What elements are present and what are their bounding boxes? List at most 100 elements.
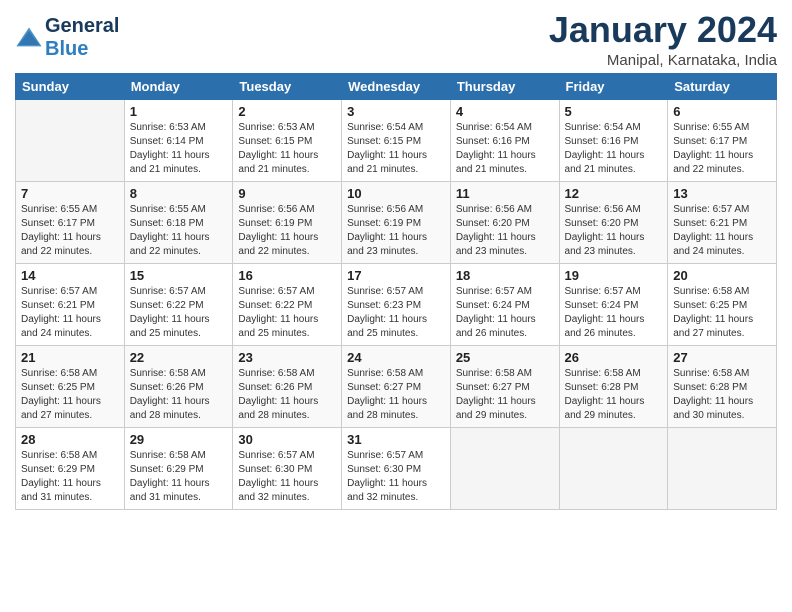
day-number: 19 — [565, 268, 663, 283]
day-number: 28 — [21, 432, 119, 447]
day-number: 13 — [673, 186, 771, 201]
calendar-cell: 9 Sunrise: 6:56 AM Sunset: 6:19 PM Daylig… — [233, 181, 342, 263]
calendar-cell: 16 Sunrise: 6:57 AM Sunset: 6:22 PM Dayli… — [233, 263, 342, 345]
calendar-cell — [559, 427, 668, 509]
calendar-cell: 12Sunrise: 6:56 AM Sunset: 6:20 PM Dayli… — [559, 181, 668, 263]
day-number: 31 — [347, 432, 445, 447]
day-info: Sunrise: 6:57 AM Sunset: 6:22 PM Dayligh… — [130, 285, 228, 341]
logo: General Blue — [15, 15, 119, 61]
calendar-cell: 18Sunrise: 6:57 AM Sunset: 6:24 PM Dayli… — [450, 263, 559, 345]
day-number: 24 — [347, 350, 445, 365]
calendar-cell: 25 Sunrise: 6:58 AM Sunset: 6:27 PM Dayli… — [450, 345, 559, 427]
day-number: 6 — [673, 104, 771, 119]
day-info: Sunrise: 6:58 AM Sunset: 6:28 PM Dayligh… — [565, 367, 663, 423]
day-info: Sunrise: 6:54 AM Sunset: 6:16 PM Dayligh… — [565, 121, 663, 177]
day-info: Sunrise: 6:57 AM Sunset: 6:23 PM Dayligh… — [347, 285, 445, 341]
day-number: 12 — [565, 186, 663, 201]
calendar-cell: 30 Sunrise: 6:57 AM Sunset: 6:30 PM Dayli… — [233, 427, 342, 509]
calendar-cell: 26Sunrise: 6:58 AM Sunset: 6:28 PM Dayli… — [559, 345, 668, 427]
month-title: January 2024 — [549, 10, 777, 50]
day-number: 3 — [347, 104, 445, 119]
day-number: 4 — [456, 104, 554, 119]
weekday-header-sunday: Sunday — [16, 73, 125, 99]
calendar-cell — [16, 99, 125, 181]
weekday-header-thursday: Thursday — [450, 73, 559, 99]
week-row-3: 14Sunrise: 6:57 AM Sunset: 6:21 PM Dayli… — [16, 263, 777, 345]
day-info: Sunrise: 6:57 AM Sunset: 6:24 PM Dayligh… — [456, 285, 554, 341]
day-info: Sunrise: 6:56 AM Sunset: 6:19 PM Dayligh… — [347, 203, 445, 259]
calendar-cell: 24 Sunrise: 6:58 AM Sunset: 6:27 PM Dayli… — [342, 345, 451, 427]
day-number: 1 — [130, 104, 228, 119]
day-number: 25 — [456, 350, 554, 365]
day-number: 15 — [130, 268, 228, 283]
day-info: Sunrise: 6:55 AM Sunset: 6:17 PM Dayligh… — [673, 121, 771, 177]
weekday-header-saturday: Saturday — [668, 73, 777, 99]
day-number: 9 — [238, 186, 336, 201]
calendar-cell: 14Sunrise: 6:57 AM Sunset: 6:21 PM Dayli… — [16, 263, 125, 345]
calendar-cell: 28 Sunrise: 6:58 AM Sunset: 6:29 PM Dayli… — [16, 427, 125, 509]
calendar-cell: 11 Sunrise: 6:56 AM Sunset: 6:20 PM Dayli… — [450, 181, 559, 263]
day-info: Sunrise: 6:58 AM Sunset: 6:25 PM Dayligh… — [673, 285, 771, 341]
day-info: Sunrise: 6:58 AM Sunset: 6:28 PM Dayligh… — [673, 367, 771, 423]
calendar-cell: 23 Sunrise: 6:58 AM Sunset: 6:26 PM Dayli… — [233, 345, 342, 427]
calendar-cell: 7 Sunrise: 6:55 AM Sunset: 6:17 PM Daylig… — [16, 181, 125, 263]
calendar-cell: 1 Sunrise: 6:53 AM Sunset: 6:14 PM Daylig… — [124, 99, 233, 181]
day-number: 11 — [456, 186, 554, 201]
day-info: Sunrise: 6:58 AM Sunset: 6:27 PM Dayligh… — [347, 367, 445, 423]
calendar-cell: 21Sunrise: 6:58 AM Sunset: 6:25 PM Dayli… — [16, 345, 125, 427]
weekday-header-monday: Monday — [124, 73, 233, 99]
day-info: Sunrise: 6:54 AM Sunset: 6:15 PM Dayligh… — [347, 121, 445, 177]
day-number: 2 — [238, 104, 336, 119]
day-info: Sunrise: 6:56 AM Sunset: 6:20 PM Dayligh… — [456, 203, 554, 259]
calendar-cell: 27 Sunrise: 6:58 AM Sunset: 6:28 PM Dayli… — [668, 345, 777, 427]
week-row-4: 21Sunrise: 6:58 AM Sunset: 6:25 PM Dayli… — [16, 345, 777, 427]
calendar-cell — [668, 427, 777, 509]
page-container: General Blue January 2024 Manipal, Karna… — [0, 0, 792, 520]
day-info: Sunrise: 6:53 AM Sunset: 6:15 PM Dayligh… — [238, 121, 336, 177]
day-info: Sunrise: 6:56 AM Sunset: 6:19 PM Dayligh… — [238, 203, 336, 259]
day-info: Sunrise: 6:58 AM Sunset: 6:25 PM Dayligh… — [21, 367, 119, 423]
day-number: 27 — [673, 350, 771, 365]
calendar-cell: 10 Sunrise: 6:56 AM Sunset: 6:19 PM Dayli… — [342, 181, 451, 263]
day-number: 7 — [21, 186, 119, 201]
day-info: Sunrise: 6:58 AM Sunset: 6:29 PM Dayligh… — [130, 449, 228, 505]
calendar-cell: 3 Sunrise: 6:54 AM Sunset: 6:15 PM Daylig… — [342, 99, 451, 181]
day-number: 29 — [130, 432, 228, 447]
calendar-cell — [450, 427, 559, 509]
day-number: 30 — [238, 432, 336, 447]
day-info: Sunrise: 6:57 AM Sunset: 6:30 PM Dayligh… — [238, 449, 336, 505]
day-info: Sunrise: 6:58 AM Sunset: 6:26 PM Dayligh… — [238, 367, 336, 423]
day-info: Sunrise: 6:55 AM Sunset: 6:18 PM Dayligh… — [130, 203, 228, 259]
weekday-header-row: SundayMondayTuesdayWednesdayThursdayFrid… — [16, 73, 777, 99]
day-info: Sunrise: 6:58 AM Sunset: 6:27 PM Dayligh… — [456, 367, 554, 423]
calendar-cell: 8 Sunrise: 6:55 AM Sunset: 6:18 PM Daylig… — [124, 181, 233, 263]
logo-icon — [15, 24, 43, 52]
day-number: 5 — [565, 104, 663, 119]
day-number: 14 — [21, 268, 119, 283]
day-number: 23 — [238, 350, 336, 365]
calendar-cell: 15 Sunrise: 6:57 AM Sunset: 6:22 PM Dayli… — [124, 263, 233, 345]
calendar-cell: 6 Sunrise: 6:55 AM Sunset: 6:17 PM Daylig… — [668, 99, 777, 181]
calendar-cell: 19 Sunrise: 6:57 AM Sunset: 6:24 PM Dayli… — [559, 263, 668, 345]
header: General Blue January 2024 Manipal, Karna… — [15, 10, 777, 69]
calendar-cell: 2 Sunrise: 6:53 AM Sunset: 6:15 PM Daylig… — [233, 99, 342, 181]
day-info: Sunrise: 6:54 AM Sunset: 6:16 PM Dayligh… — [456, 121, 554, 177]
day-number: 16 — [238, 268, 336, 283]
weekday-header-friday: Friday — [559, 73, 668, 99]
calendar-cell: 5 Sunrise: 6:54 AM Sunset: 6:16 PM Daylig… — [559, 99, 668, 181]
day-info: Sunrise: 6:57 AM Sunset: 6:22 PM Dayligh… — [238, 285, 336, 341]
day-number: 22 — [130, 350, 228, 365]
week-row-1: 1 Sunrise: 6:53 AM Sunset: 6:14 PM Daylig… — [16, 99, 777, 181]
logo-text: General — [45, 15, 119, 38]
day-number: 10 — [347, 186, 445, 201]
day-info: Sunrise: 6:55 AM Sunset: 6:17 PM Dayligh… — [21, 203, 119, 259]
day-info: Sunrise: 6:53 AM Sunset: 6:14 PM Dayligh… — [130, 121, 228, 177]
weekday-header-tuesday: Tuesday — [233, 73, 342, 99]
day-number: 8 — [130, 186, 228, 201]
calendar-cell: 29 Sunrise: 6:58 AM Sunset: 6:29 PM Dayli… — [124, 427, 233, 509]
day-info: Sunrise: 6:58 AM Sunset: 6:29 PM Dayligh… — [21, 449, 119, 505]
calendar-table: SundayMondayTuesdayWednesdayThursdayFrid… — [15, 73, 777, 510]
day-info: Sunrise: 6:57 AM Sunset: 6:24 PM Dayligh… — [565, 285, 663, 341]
week-row-5: 28 Sunrise: 6:58 AM Sunset: 6:29 PM Dayli… — [16, 427, 777, 509]
calendar-cell: 31Sunrise: 6:57 AM Sunset: 6:30 PM Dayli… — [342, 427, 451, 509]
